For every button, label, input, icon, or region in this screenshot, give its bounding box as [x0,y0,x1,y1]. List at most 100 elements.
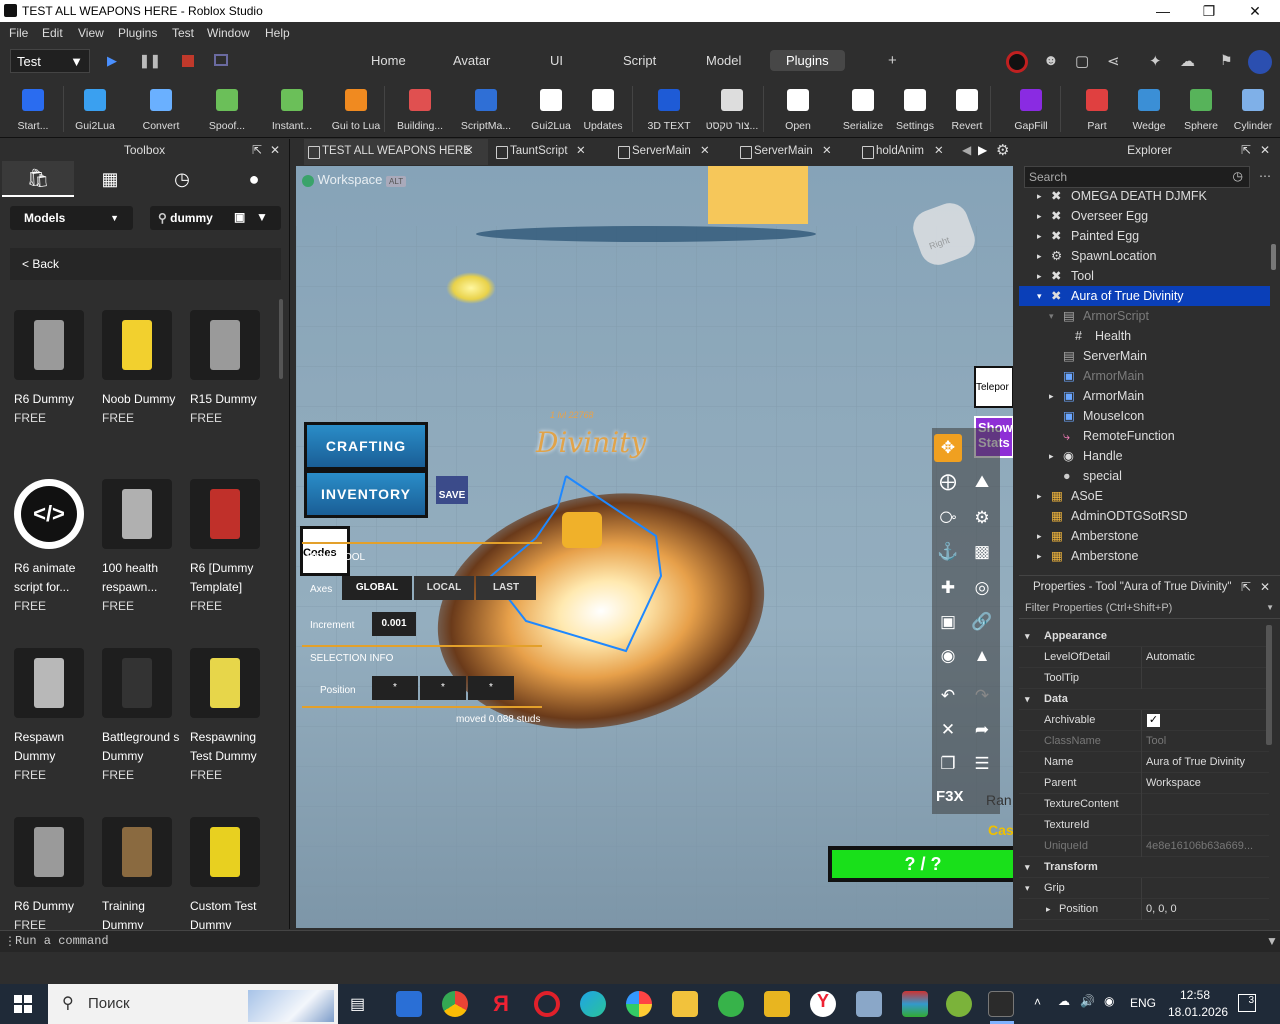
command-bar[interactable]: ⋮ Run a command ▼ [0,930,1280,952]
assistant-icon[interactable]: ✦ [1149,52,1162,70]
move-tool-icon[interactable]: ✥ [934,434,962,462]
ribbon-button-8[interactable]: Gui2Lua [523,82,579,132]
axes-last-button[interactable]: LAST [476,576,536,600]
close-tab-icon[interactable]: ✕ [700,139,710,163]
doc-tab-servermain-1[interactable]: ServerMain ✕ [614,139,724,165]
add-tab-icon[interactable]: + [888,52,897,69]
collapse-arrow-icon[interactable]: ▾ [1025,626,1030,647]
doc-tab-servermain-2[interactable]: ServerMain ✕ [736,139,846,165]
share-screen-icon[interactable]: ▢ [1075,52,1089,70]
toolbox-item[interactable]: R15 Dummy FREE [190,310,270,427]
expand-arrow-icon[interactable]: ▸ [1049,446,1054,466]
menu-help[interactable]: Help [265,26,290,40]
close-button[interactable]: ✕ [1232,0,1278,22]
archivable-checkbox[interactable]: ✓ [1147,714,1160,727]
tab-avatar[interactable]: Avatar [453,53,490,68]
tab-home[interactable]: Home [371,53,406,68]
command-input[interactable]: Run a command [15,934,109,948]
toolbox-item[interactable]: Custom Test Dummy [190,817,270,929]
profile-avatar-icon[interactable] [1006,51,1028,73]
toolbox-item[interactable]: Battleground s Dummy FREE [102,648,182,784]
expand-arrow-open-icon[interactable]: ▾ [1037,286,1042,306]
user-avatar[interactable] [1248,50,1272,74]
paint-tool-icon[interactable]: ⛰ [968,468,996,496]
explorer-row[interactable]: ▸ ▦ Amberstone [1019,546,1270,566]
properties-scrollbar[interactable] [1266,625,1272,745]
ribbon-button-19[interactable]: Sphere [1173,82,1229,132]
property-row[interactable]: ClassName Tool [1019,731,1269,752]
close-panel-icon[interactable]: ✕ [1260,139,1270,161]
axes-local-button[interactable]: LOCAL [414,576,474,600]
explorer-row[interactable]: ▸ ◉ Handle [1019,446,1270,466]
3d-viewport[interactable]: Right 1 lvl 22768 Divinity Workspace ALT… [296,166,1013,928]
expand-arrow-open-icon[interactable]: ▾ [1049,306,1054,326]
menu-test[interactable]: Test [172,26,194,40]
explorer-row[interactable]: # Health [1019,326,1270,346]
undock-icon[interactable]: ⇱ [1241,139,1251,161]
tabs-scroll-right-icon[interactable]: ▶ [978,143,987,157]
expand-arrow-icon[interactable]: ▸ [1037,266,1042,286]
property-row[interactable]: LevelOfDetail Automatic [1019,647,1269,668]
property-row[interactable]: ▾ Transform [1019,857,1269,878]
property-value[interactable]: Workspace [1146,773,1201,794]
toolbox-item[interactable]: R6 Dummy FREE [14,817,94,929]
resize-tool-icon[interactable]: ⨁ [934,468,962,496]
ribbon-button-7[interactable]: ScriptMa... [458,82,514,132]
minimize-button[interactable]: — [1140,0,1186,22]
collapse-arrow-icon[interactable]: ▾ [1025,857,1030,878]
ribbon-button-11[interactable]: צור טקסט... [704,82,760,132]
teleport-button[interactable]: Telepor [974,366,1013,408]
explorer-row[interactable]: ● special [1019,466,1270,486]
ribbon-button-1[interactable]: Gui2Lua [67,82,123,132]
ribbon-button-5[interactable]: Gui to Lua [328,82,384,132]
explorer-search-input[interactable]: Search ◷ [1024,166,1250,188]
roblox-studio-taskbar-icon[interactable] [988,991,1014,1017]
delete-icon[interactable]: ✕ [934,716,962,744]
collapse-arrow-icon[interactable]: ▾ [1025,878,1030,899]
network-icon[interactable]: ◉ [1104,994,1114,1008]
control-panel-icon[interactable] [856,991,882,1017]
expand-arrow-icon[interactable]: ▸ [1046,899,1051,920]
clock-date[interactable]: 18.01.2026 [1168,1005,1228,1019]
history-icon[interactable]: ◷ [1233,169,1243,183]
property-row[interactable]: Archivable ✓ [1019,710,1269,731]
export-icon[interactable]: ➦ [968,716,996,744]
plus-app-icon[interactable] [718,991,744,1017]
opera-icon[interactable] [534,991,560,1017]
explorer-row[interactable]: ▦ AdminODTGSotRSD [1019,506,1270,526]
close-tab-icon[interactable]: ✕ [822,139,832,163]
ribbon-button-20[interactable]: Cylinder [1225,82,1280,132]
property-row[interactable]: ▸ Position 0, 0, 0 [1019,899,1269,920]
weld-tool-icon[interactable]: 🔗 [968,608,996,636]
explorer-row[interactable]: ▾ ▤ ArmorScript [1019,306,1270,326]
expand-arrow-icon[interactable]: ▸ [1037,186,1042,206]
yandex-icon[interactable]: Я [488,991,514,1017]
ribbon-button-12[interactable]: Open [770,82,826,132]
chevron-down-icon[interactable]: ▼ [1266,934,1278,948]
ribbon-button-4[interactable]: Instant... [264,82,320,132]
surface-tool-icon[interactable]: ⚙ [968,504,996,532]
ribbon-button-6[interactable]: Building... [392,82,448,132]
ribbon-button-17[interactable]: Part [1069,82,1125,132]
menu-edit[interactable]: Edit [42,26,63,40]
pause-icon[interactable]: ❚❚ [139,53,161,69]
tab-ui[interactable]: UI [550,53,563,68]
undo-icon[interactable]: ↶ [934,682,962,710]
lighting-tool-icon[interactable]: ◉ [934,642,962,670]
explorer-row[interactable]: ▸ ✖ OMEGA DEATH DJMFK [1019,186,1270,206]
toolbox-item[interactable]: Respawning Test Dummy FREE [190,648,270,784]
screen-icon[interactable] [214,54,228,66]
edge-icon[interactable] [580,991,606,1017]
explorer-row[interactable]: ▸ ⚙ SpawnLocation [1019,246,1270,266]
collaborate-icon[interactable]: ☻ [1043,52,1059,69]
redo-icon[interactable]: ↷ [968,682,996,710]
windows-start-icon[interactable] [14,995,32,1013]
axes-global-button[interactable]: GLOBAL [342,576,412,600]
undock-icon[interactable]: ⇱ [1241,576,1251,598]
position-x-field[interactable]: * [372,676,418,700]
toolbox-item[interactable]: Respawn Dummy FREE [14,648,94,784]
close-tab-icon[interactable]: ✕ [934,139,944,163]
decorate-tool-icon[interactable]: ▲ [968,642,996,670]
notification-center-icon[interactable]: 3 [1238,994,1256,1012]
clock-time[interactable]: 12:58 [1180,988,1210,1002]
